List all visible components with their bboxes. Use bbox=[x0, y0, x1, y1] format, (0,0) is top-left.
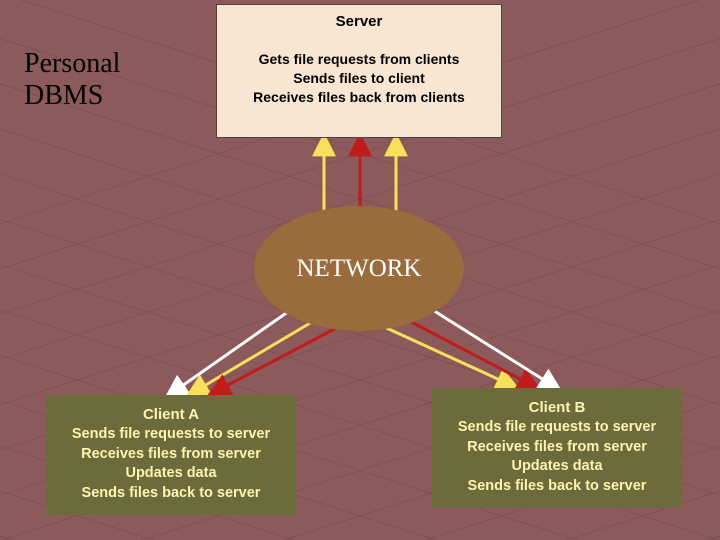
client-a-line-4: Sends files back to server bbox=[46, 484, 296, 504]
client-a-title: Client A bbox=[46, 405, 296, 425]
server-line-2: Sends files to client bbox=[217, 69, 501, 88]
client-b-line-4: Sends files back to server bbox=[432, 477, 682, 497]
server-box: Server Gets file requests from clients S… bbox=[216, 4, 502, 138]
client-b-line-2: Receives files from server bbox=[432, 438, 682, 458]
client-a-line-3: Updates data bbox=[46, 464, 296, 484]
client-b-title: Client B bbox=[432, 398, 682, 418]
client-a-line-2: Receives files from server bbox=[46, 445, 296, 465]
client-b-box: Client B Sends file requests to server R… bbox=[432, 388, 682, 508]
server-title: Server bbox=[217, 13, 501, 30]
network-label: NETWORK bbox=[297, 255, 422, 283]
client-b-line-3: Updates data bbox=[432, 457, 682, 477]
client-a-box: Client A Sends file requests to server R… bbox=[46, 395, 296, 515]
diagram-heading: Personal DBMS bbox=[24, 48, 120, 112]
server-line-3: Receives files back from clients bbox=[217, 88, 501, 107]
client-a-line-1: Sends file requests to server bbox=[46, 425, 296, 445]
server-line-1: Gets file requests from clients bbox=[217, 50, 501, 69]
client-b-line-1: Sends file requests to server bbox=[432, 418, 682, 438]
network-node: NETWORK bbox=[254, 206, 464, 331]
